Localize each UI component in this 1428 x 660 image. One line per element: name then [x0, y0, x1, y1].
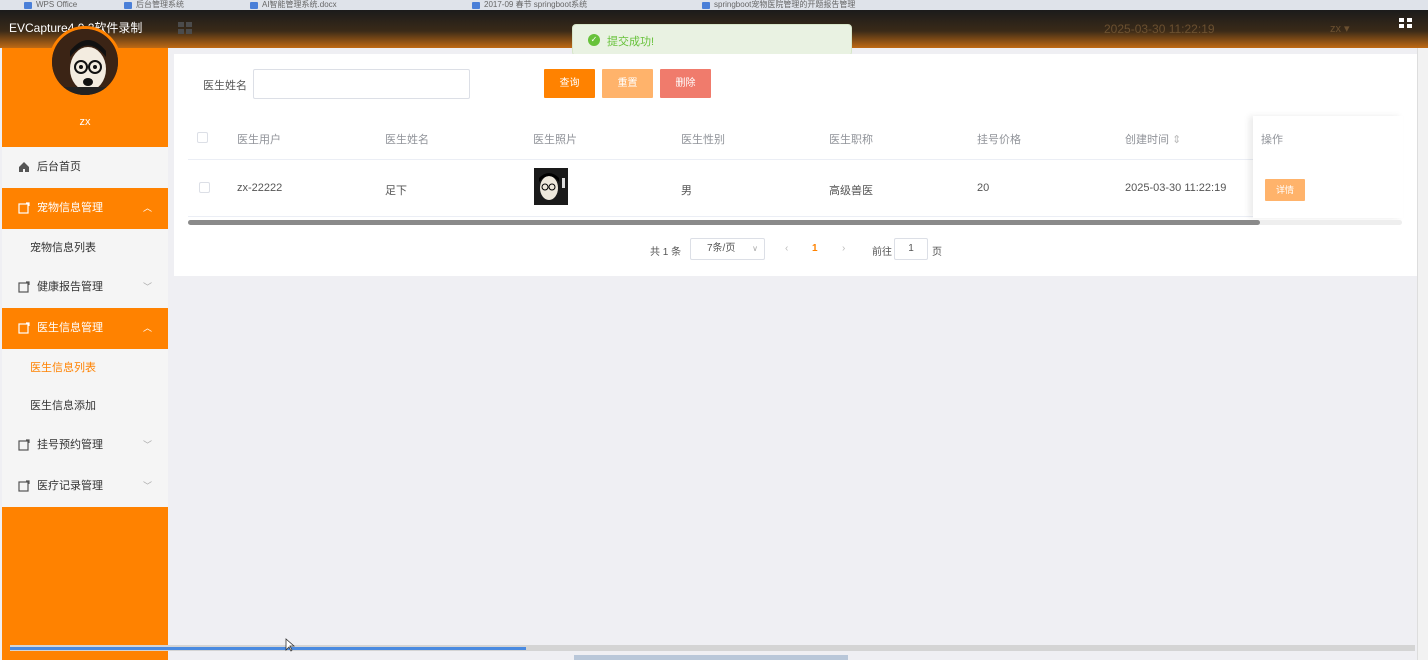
sidebar-item-medical-record[interactable]: 医疗记录管理 ﹀ — [2, 466, 168, 507]
menu-toggle-icon[interactable] — [178, 22, 194, 36]
table-header: 医生用户 医生姓名 医生照片 医生性别 医生职称 挂号价格 创建时间 ⇕ — [188, 116, 1402, 160]
sidebar-item-label: 医生信息管理 — [37, 322, 103, 334]
success-toast: ✓ 提交成功! — [572, 24, 852, 56]
doctor-photo[interactable] — [534, 168, 568, 205]
column-header: 挂号价格 — [977, 134, 1021, 146]
column-header: 操作 — [1261, 134, 1283, 146]
sidebar-subitem-doctor-add[interactable]: 医生信息添加 — [2, 387, 168, 425]
cell-gender: 男 — [681, 185, 692, 197]
sidebar-item-label: 宠物信息管理 — [37, 202, 103, 214]
sidebar-item-doctor-info[interactable]: 医生信息管理 ︿ — [2, 308, 168, 349]
os-tab[interactable]: 后台管理系统 — [122, 0, 184, 10]
search-label: 医生姓名 — [203, 80, 247, 92]
document-icon — [18, 480, 30, 492]
recorder-control-bar[interactable] — [574, 655, 848, 660]
os-tab[interactable]: springboot宠物医院管理的开题报告管理 — [700, 0, 855, 10]
page-size-select[interactable]: 7条/页 ∨ — [690, 238, 765, 260]
avatar — [49, 26, 121, 98]
sidebar-username: zx — [79, 116, 91, 128]
cell-title: 高级兽医 — [829, 185, 873, 197]
row-checkbox[interactable] — [199, 182, 210, 193]
page-suffix-label: 页 — [932, 247, 942, 258]
check-icon: ✓ — [588, 34, 600, 46]
page-size-value: 7条/页 — [707, 243, 736, 254]
document-icon — [18, 281, 30, 293]
sidebar-subitem-pet-list[interactable]: 宠物信息列表 — [2, 229, 168, 267]
page-horizontal-scrollbar[interactable] — [10, 645, 1415, 651]
chevron-up-icon: ︿ — [142, 323, 152, 333]
page-number-current[interactable]: 1 — [812, 243, 818, 254]
sidebar-item-appointment[interactable]: 挂号预约管理 ﹀ — [2, 425, 168, 466]
toast-message: 提交成功! — [607, 36, 655, 48]
header-time: 2025-03-30 11:22:19 — [1104, 22, 1215, 36]
next-page-icon[interactable]: › — [842, 243, 845, 254]
document-icon — [18, 439, 30, 451]
cell-created: 2025-03-30 11:22:19 — [1125, 182, 1227, 194]
chevron-down-icon: ∨ — [752, 244, 758, 253]
sort-icon[interactable]: ⇕ — [1172, 134, 1181, 146]
sidebar-item-label: 健康报告管理 — [37, 281, 103, 293]
column-header: 医生照片 — [533, 134, 577, 146]
column-header: 医生姓名 — [385, 134, 429, 146]
os-taskbar: WPS Office 后台管理系统 AI智能管理系统.docx 2017-09 … — [0, 0, 1428, 10]
sidebar-item-label: 后台首页 — [37, 161, 81, 173]
page-vertical-scrollbar[interactable] — [1417, 48, 1428, 660]
main-panel: 医生姓名 查询 重置 删除 医生用户 医生姓名 医生照片 医生性别 医生职称 挂… — [174, 54, 1417, 276]
chevron-up-icon: ︿ — [142, 203, 152, 213]
mouse-cursor-icon — [285, 638, 295, 652]
sidebar-menu: 后台首页 宠物信息管理 ︿ 宠物信息列表 健康报告管理 ﹀ 医生信息管理 ︿ 医… — [2, 147, 168, 507]
sidebar-item-label: 医疗记录管理 — [37, 480, 103, 492]
scrollbar-thumb[interactable] — [10, 647, 526, 650]
cell-name: 足下 — [385, 185, 407, 197]
delete-button[interactable]: 删除 — [660, 69, 711, 98]
column-header: 医生职称 — [829, 134, 873, 146]
cell-price: 20 — [977, 182, 990, 194]
goto-page-input[interactable]: 1 — [894, 238, 928, 260]
pagination-total: 共 1 条 — [650, 247, 682, 258]
os-tab[interactable]: AI智能管理系统.docx — [248, 0, 337, 10]
sidebar-item-health-report[interactable]: 健康报告管理 ﹀ — [2, 267, 168, 308]
pagination: 共 1 条 7条/页 ∨ ‹ 1 › 前往 1 页 — [650, 238, 950, 260]
document-icon — [18, 322, 30, 334]
column-header-label: 创建时间 — [1125, 134, 1169, 146]
sidebar-item-pet-info[interactable]: 宠物信息管理 ︿ — [2, 188, 168, 229]
cell-user: zx-22222 — [237, 182, 283, 194]
prev-page-icon[interactable]: ‹ — [785, 243, 788, 254]
column-header: 医生性别 — [681, 134, 725, 146]
reset-button[interactable]: 重置 — [602, 69, 653, 98]
query-button[interactable]: 查询 — [544, 69, 595, 98]
scrollbar-thumb[interactable] — [188, 220, 1260, 225]
chevron-down-icon: ﹀ — [142, 481, 152, 491]
column-header-created[interactable]: 创建时间 ⇕ — [1125, 131, 1181, 147]
actions-column: 操作 详情 — [1253, 116, 1403, 218]
chevron-down-icon: ﹀ — [142, 282, 152, 292]
doctor-name-input[interactable] — [253, 69, 470, 99]
sidebar-subitem-doctor-list[interactable]: 医生信息列表 — [2, 349, 168, 387]
table-horizontal-scrollbar[interactable] — [188, 220, 1402, 225]
sidebar: zx 后台首页 宠物信息管理 ︿ 宠物信息列表 健康报告管理 ﹀ 医生信息管理 … — [2, 26, 168, 660]
document-icon — [18, 202, 30, 214]
user-menu[interactable]: zx ▾ — [1330, 22, 1350, 35]
os-tab[interactable]: 2017-09 春节 springboot系统 — [470, 0, 587, 10]
table-row: zx-22222 足下 男 高级兽医 20 2025-03-30 11:22:1… — [188, 160, 1402, 217]
sidebar-item-home[interactable]: 后台首页 — [2, 147, 168, 188]
goto-label: 前往 — [872, 247, 892, 258]
sidebar-item-label: 挂号预约管理 — [37, 439, 103, 451]
column-header: 医生用户 — [237, 134, 281, 146]
select-all-checkbox[interactable] — [197, 132, 208, 143]
fullscreen-icon[interactable] — [1399, 18, 1413, 30]
detail-button[interactable]: 详情 — [1265, 179, 1305, 201]
chevron-down-icon: ﹀ — [142, 440, 152, 450]
os-tab[interactable]: WPS Office — [22, 0, 77, 10]
home-icon — [19, 162, 29, 172]
